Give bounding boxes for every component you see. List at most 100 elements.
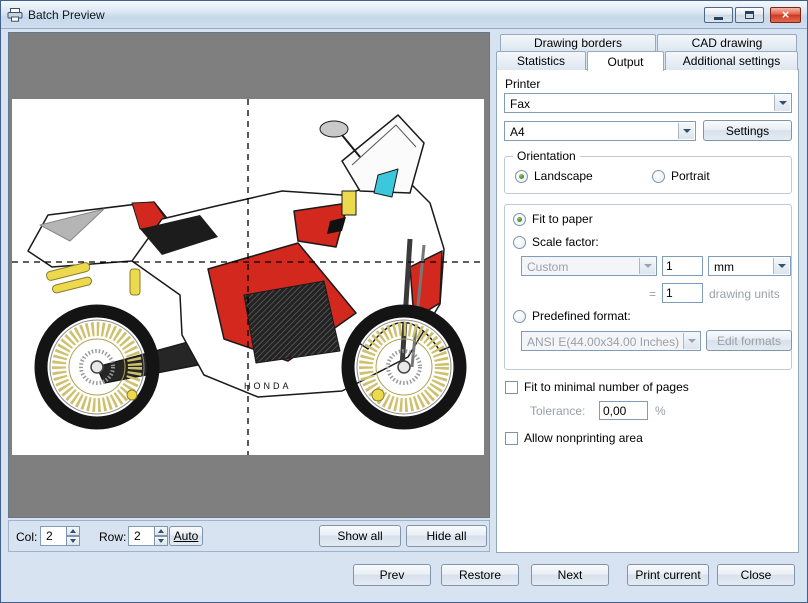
close-dialog-button[interactable]: Close [717, 564, 795, 586]
col-spinner[interactable] [40, 526, 80, 546]
landscape-radio-row[interactable]: Landscape [515, 169, 593, 183]
restore-button[interactable]: Restore [441, 564, 519, 586]
equals-sign: = [649, 287, 656, 301]
tab-statistics[interactable]: Statistics [496, 51, 586, 70]
prev-button[interactable]: Prev [353, 564, 431, 586]
scale-factor-label: Scale factor: [532, 235, 599, 249]
allow-nonprinting-label: Allow nonprinting area [524, 431, 643, 445]
chevron-down-icon [778, 264, 786, 268]
settings-panel: Drawing borders CAD drawing Statistics O… [496, 32, 799, 553]
window-controls: × [704, 7, 801, 23]
edit-formats-button: Edit formats [706, 330, 792, 351]
format-select: ANSI E(44.00x34.00 Inches) [521, 331, 701, 351]
next-button[interactable]: Next [531, 564, 609, 586]
fit-to-paper-radio[interactable] [513, 213, 526, 226]
col-spinner-buttons [66, 526, 80, 546]
paper-size-select[interactable]: A4 [504, 121, 696, 141]
tab-drawing-borders[interactable]: Drawing borders [500, 34, 656, 51]
restore-label: Restore [459, 568, 501, 582]
printer-label: Printer [505, 77, 540, 91]
scale-unit-select[interactable]: mm [708, 256, 791, 276]
format-select-value: ANSI E(44.00x34.00 Inches) [527, 335, 682, 349]
tolerance-percent-label: % [655, 404, 666, 418]
row-down-button[interactable] [154, 536, 168, 546]
close-dialog-label: Close [741, 568, 772, 582]
paper-size-dropdown[interactable] [678, 123, 694, 139]
hide-all-button[interactable]: Hide all [406, 525, 487, 547]
predefined-format-radio-row[interactable]: Predefined format: [513, 309, 631, 323]
close-icon: × [782, 8, 790, 21]
portrait-radio-row[interactable]: Portrait [652, 169, 710, 183]
landscape-label: Landscape [534, 169, 593, 183]
row-input[interactable] [128, 526, 154, 546]
chevron-down-icon [158, 539, 164, 543]
fit-minimal-pages-label: Fit to minimal number of pages [524, 380, 689, 394]
close-button[interactable]: × [770, 7, 801, 23]
fit-to-paper-radio-row[interactable]: Fit to paper [513, 212, 593, 226]
scale-unit-dropdown[interactable] [773, 258, 789, 274]
allow-nonprinting-checkbox[interactable] [505, 432, 518, 445]
next-label: Next [558, 568, 583, 582]
maximize-button[interactable] [735, 7, 764, 23]
auto-button[interactable]: Auto [169, 526, 203, 546]
output-tab-page: Printer Fax A4 Settings Orientation Land… [496, 69, 799, 553]
tab-additional-settings[interactable]: Additional settings [665, 51, 798, 70]
print-current-button[interactable]: Print current [627, 564, 709, 586]
print-current-label: Print current [635, 568, 700, 582]
col-up-button[interactable] [66, 526, 80, 536]
auto-button-label: Auto [174, 529, 199, 543]
printer-icon [7, 8, 23, 22]
minimize-button[interactable] [704, 7, 733, 23]
drawing-units-label: drawing units [709, 287, 780, 301]
scale-type-value: Custom [527, 260, 638, 274]
landscape-radio[interactable] [515, 170, 528, 183]
fit-minimal-pages-row[interactable]: Fit to minimal number of pages [505, 380, 689, 394]
show-all-button[interactable]: Show all [319, 525, 401, 547]
paper-size-value: A4 [510, 125, 677, 139]
fit-minimal-pages-checkbox[interactable] [505, 381, 518, 394]
col-input[interactable] [40, 526, 66, 546]
predefined-format-label: Predefined format: [532, 309, 631, 323]
preview-page[interactable]: HONDA [12, 99, 484, 455]
titlebar[interactable]: Batch Preview × [1, 1, 807, 29]
scale-value-input[interactable] [662, 256, 703, 276]
predefined-format-radio[interactable] [513, 310, 526, 323]
tab-label: Output [607, 55, 643, 69]
tab-cad-drawing[interactable]: CAD drawing [657, 34, 797, 51]
scale-type-dropdown [639, 258, 655, 274]
window-title: Batch Preview [28, 8, 105, 22]
tab-label: CAD drawing [692, 36, 763, 50]
honda-logo-text: HONDA [244, 381, 292, 391]
printer-select-dropdown[interactable] [774, 95, 790, 111]
orientation-group-title: Orientation [513, 149, 580, 163]
batch-preview-window: Batch Preview × [0, 0, 808, 603]
allow-nonprinting-row[interactable]: Allow nonprinting area [505, 431, 643, 445]
row-spinner-buttons [154, 526, 168, 546]
preview-area[interactable]: HONDA [8, 32, 490, 518]
settings-button[interactable]: Settings [703, 120, 792, 141]
col-label: Col: [16, 530, 37, 544]
tolerance-input[interactable] [599, 401, 648, 420]
row-spinner[interactable] [128, 526, 168, 546]
row-label: Row: [99, 530, 126, 544]
tab-row-back: Drawing borders CAD drawing [500, 34, 798, 51]
chevron-down-icon [688, 339, 696, 343]
printer-select[interactable]: Fax [504, 93, 792, 113]
scale-group: Fit to paper Scale factor: Custom mm = [504, 204, 792, 370]
tab-output[interactable]: Output [587, 51, 664, 71]
tab-row-front: Statistics Output Additional settings [496, 51, 799, 70]
drawing-units-input[interactable] [662, 283, 703, 303]
portrait-radio[interactable] [652, 170, 665, 183]
printer-select-value: Fax [510, 97, 773, 111]
scale-unit-value: mm [714, 260, 772, 274]
preview-controls-strip: Col: Row: Auto Show all Hide all [8, 520, 490, 552]
portrait-label: Portrait [671, 169, 710, 183]
col-down-button[interactable] [66, 536, 80, 546]
row-up-button[interactable] [154, 526, 168, 536]
tab-label: Drawing borders [534, 36, 622, 50]
edit-formats-label: Edit formats [717, 334, 781, 348]
scale-type-select: Custom [521, 256, 657, 276]
scale-factor-radio-row[interactable]: Scale factor: [513, 235, 599, 249]
chevron-down-icon [779, 101, 787, 105]
scale-factor-radio[interactable] [513, 236, 526, 249]
